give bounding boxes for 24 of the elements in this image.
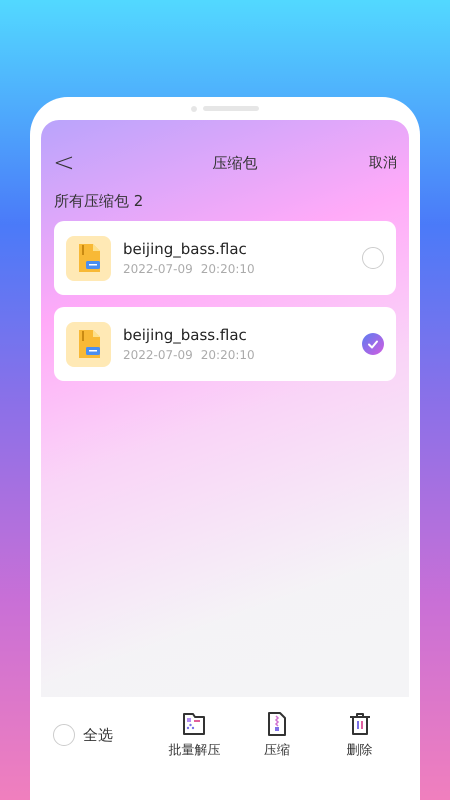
file-time: 20:20:10	[200, 262, 255, 276]
cancel-button[interactable]: 取消	[369, 154, 397, 172]
list-header: 所有压缩包 2	[53, 191, 144, 212]
folder-icon	[181, 711, 208, 737]
file-name: beijing_bass.flac	[123, 326, 248, 344]
zip-file-icon	[66, 322, 111, 366]
extract-button[interactable]: 批量解压	[153, 711, 236, 759]
file-card[interactable]: beijing_bass.flac 2022-07-09 20:20:10	[54, 221, 396, 295]
file-date: 2022-07-09	[123, 348, 193, 362]
file-name: beijing_bass.flac	[123, 240, 248, 258]
camera-icon	[191, 106, 197, 112]
select-radio[interactable]	[362, 247, 384, 269]
compress-button[interactable]: 压缩	[236, 711, 318, 759]
select-all-radio[interactable]	[53, 724, 75, 746]
delete-button[interactable]: 删除	[318, 711, 402, 759]
speaker-icon	[203, 106, 259, 111]
select-radio[interactable]	[362, 333, 384, 355]
file-card[interactable]: beijing_bass.flac 2022-07-09 20:20:10	[54, 307, 396, 381]
zip-file-icon	[66, 236, 111, 280]
file-date: 2022-07-09	[123, 262, 193, 276]
page-title: 压缩包	[211, 154, 258, 172]
file-time: 20:20:10	[200, 348, 255, 362]
back-button[interactable]: <	[49, 148, 79, 178]
select-all-label: 全选	[83, 726, 113, 744]
